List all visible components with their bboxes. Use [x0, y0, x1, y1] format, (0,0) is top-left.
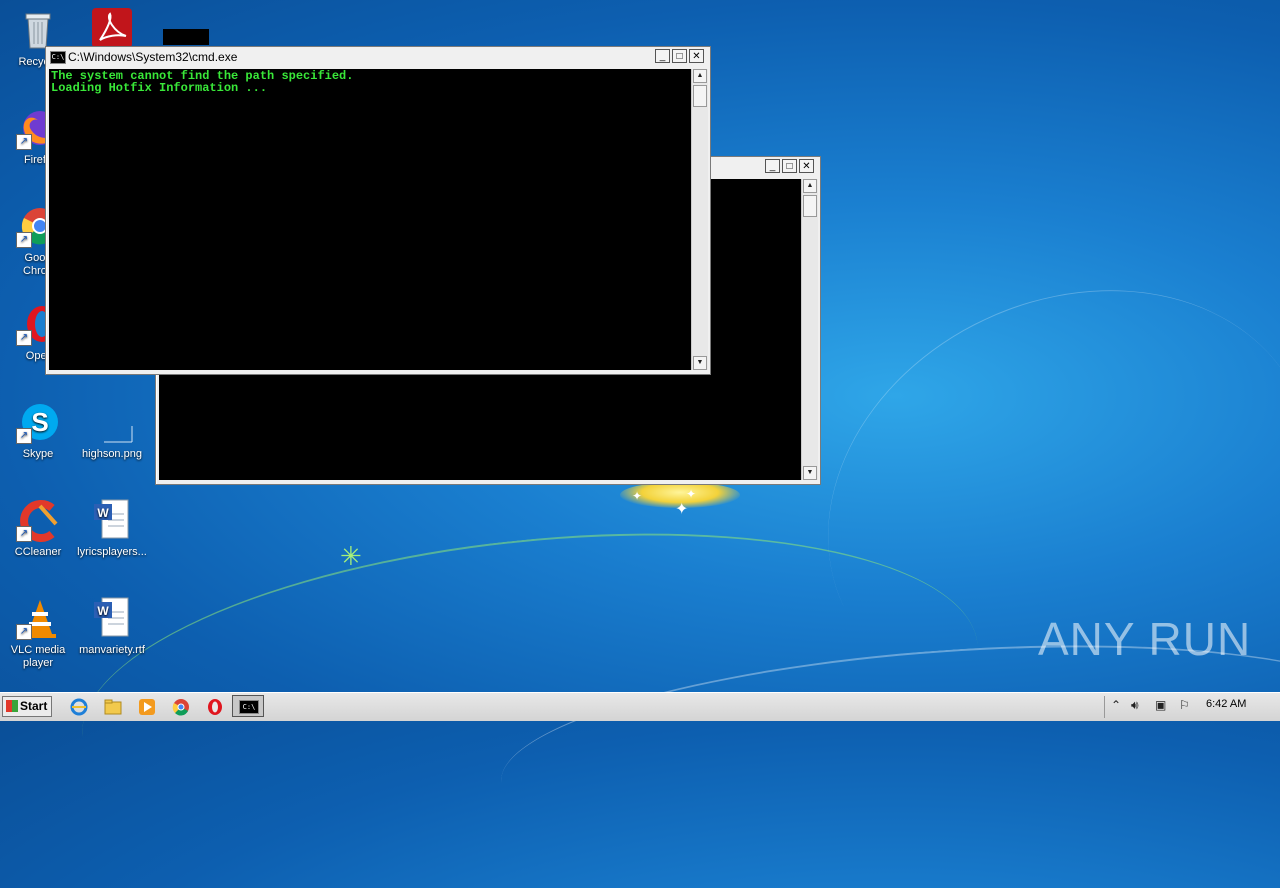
close-button[interactable]: ✕	[799, 159, 814, 173]
shortcut-arrow-icon: ↗	[16, 134, 32, 150]
anyrun-watermark: ANY RUN	[1038, 613, 1252, 665]
scroll-up-icon[interactable]: ▲	[693, 69, 707, 83]
scroll-thumb[interactable]	[693, 85, 707, 107]
sparkle-icon: ✦	[686, 487, 697, 501]
minimize-button[interactable]: _	[765, 159, 780, 173]
system-tray: ⌃ 🔊︎ ▣ ⚐	[1104, 696, 1275, 718]
word-document-icon: W	[90, 596, 134, 640]
cmd-icon: C:\	[50, 51, 66, 64]
scroll-up-icon[interactable]: ▲	[803, 179, 817, 193]
scroll-down-icon[interactable]: ▼	[803, 466, 817, 480]
scroll-down-icon[interactable]: ▼	[693, 356, 707, 370]
media-player-icon[interactable]	[138, 698, 156, 716]
ccleaner-icon: ↗	[16, 498, 60, 542]
desktop-icon-highson[interactable]: highson.png	[74, 400, 150, 461]
taskbar-cmd-task[interactable]: C:\	[232, 695, 264, 717]
windows-logo-icon	[6, 700, 18, 712]
desktop-icon-skype[interactable]: S ↗ Skype	[0, 400, 76, 461]
internet-explorer-icon[interactable]	[70, 698, 88, 716]
close-button[interactable]: ✕	[689, 49, 704, 63]
vertical-scrollbar[interactable]: ▲ ▼	[691, 69, 708, 370]
word-document-icon: W	[90, 498, 134, 542]
console-line: Loading Hotfix Information ...	[51, 81, 268, 95]
window-titlebar[interactable]: C:\ C:\Windows\System32\cmd.exe _ □ ✕	[46, 47, 710, 67]
svg-text:S: S	[31, 407, 48, 437]
chrome-icon[interactable]	[172, 698, 190, 716]
shortcut-arrow-icon: ↗	[16, 526, 32, 542]
opera-icon[interactable]	[206, 698, 224, 716]
sparkle-icon: ✳	[340, 541, 362, 571]
svg-text:W: W	[97, 604, 109, 618]
redacted-block	[163, 29, 209, 45]
vertical-scrollbar[interactable]: ▲ ▼	[801, 179, 818, 480]
scroll-thumb[interactable]	[803, 195, 817, 217]
explorer-folder-icon[interactable]	[104, 698, 122, 716]
cmd-window-front[interactable]: C:\ C:\Windows\System32\cmd.exe _ □ ✕ Th…	[45, 46, 711, 375]
desktop-icon-lyricsplayers[interactable]: W lyricsplayers...	[74, 498, 150, 559]
maximize-button[interactable]: □	[782, 159, 797, 173]
maximize-button[interactable]: □	[672, 49, 687, 63]
console-output[interactable]: The system cannot find the path specifie…	[49, 69, 691, 370]
sparkle-icon: ✦	[675, 501, 689, 518]
sparkle-icon: ✦	[632, 489, 643, 503]
clock[interactable]: 6:42 AM	[1206, 698, 1246, 710]
desktop-icon-ccleaner[interactable]: ↗ CCleaner	[0, 498, 76, 559]
minimize-button[interactable]: _	[655, 49, 670, 63]
network-icon[interactable]: ▣	[1155, 698, 1166, 712]
shortcut-arrow-icon: ↗	[16, 428, 32, 444]
shortcut-arrow-icon: ↗	[16, 232, 32, 248]
skype-icon: S ↗	[16, 400, 60, 444]
image-file-icon	[90, 400, 134, 444]
svg-text:W: W	[97, 506, 109, 520]
cmd-icon: C:\	[239, 700, 259, 714]
vlc-icon: ↗	[16, 596, 60, 640]
start-button[interactable]: Start	[2, 696, 52, 717]
volume-icon[interactable]: 🔊︎	[1131, 698, 1139, 713]
show-hidden-icons-icon[interactable]: ⌃	[1111, 698, 1121, 712]
desktop-icon-manvariety[interactable]: W manvariety.rtf	[74, 596, 150, 657]
desktop-icon-vlc[interactable]: ↗ VLC media player	[0, 596, 76, 670]
shortcut-arrow-icon: ↗	[16, 624, 32, 640]
taskbar: Start C:\ ⌃ 🔊︎ ▣ ⚐ 6:42 AM	[0, 692, 1280, 721]
action-center-flag-icon[interactable]: ⚐	[1179, 698, 1190, 712]
shortcut-arrow-icon: ↗	[16, 330, 32, 346]
